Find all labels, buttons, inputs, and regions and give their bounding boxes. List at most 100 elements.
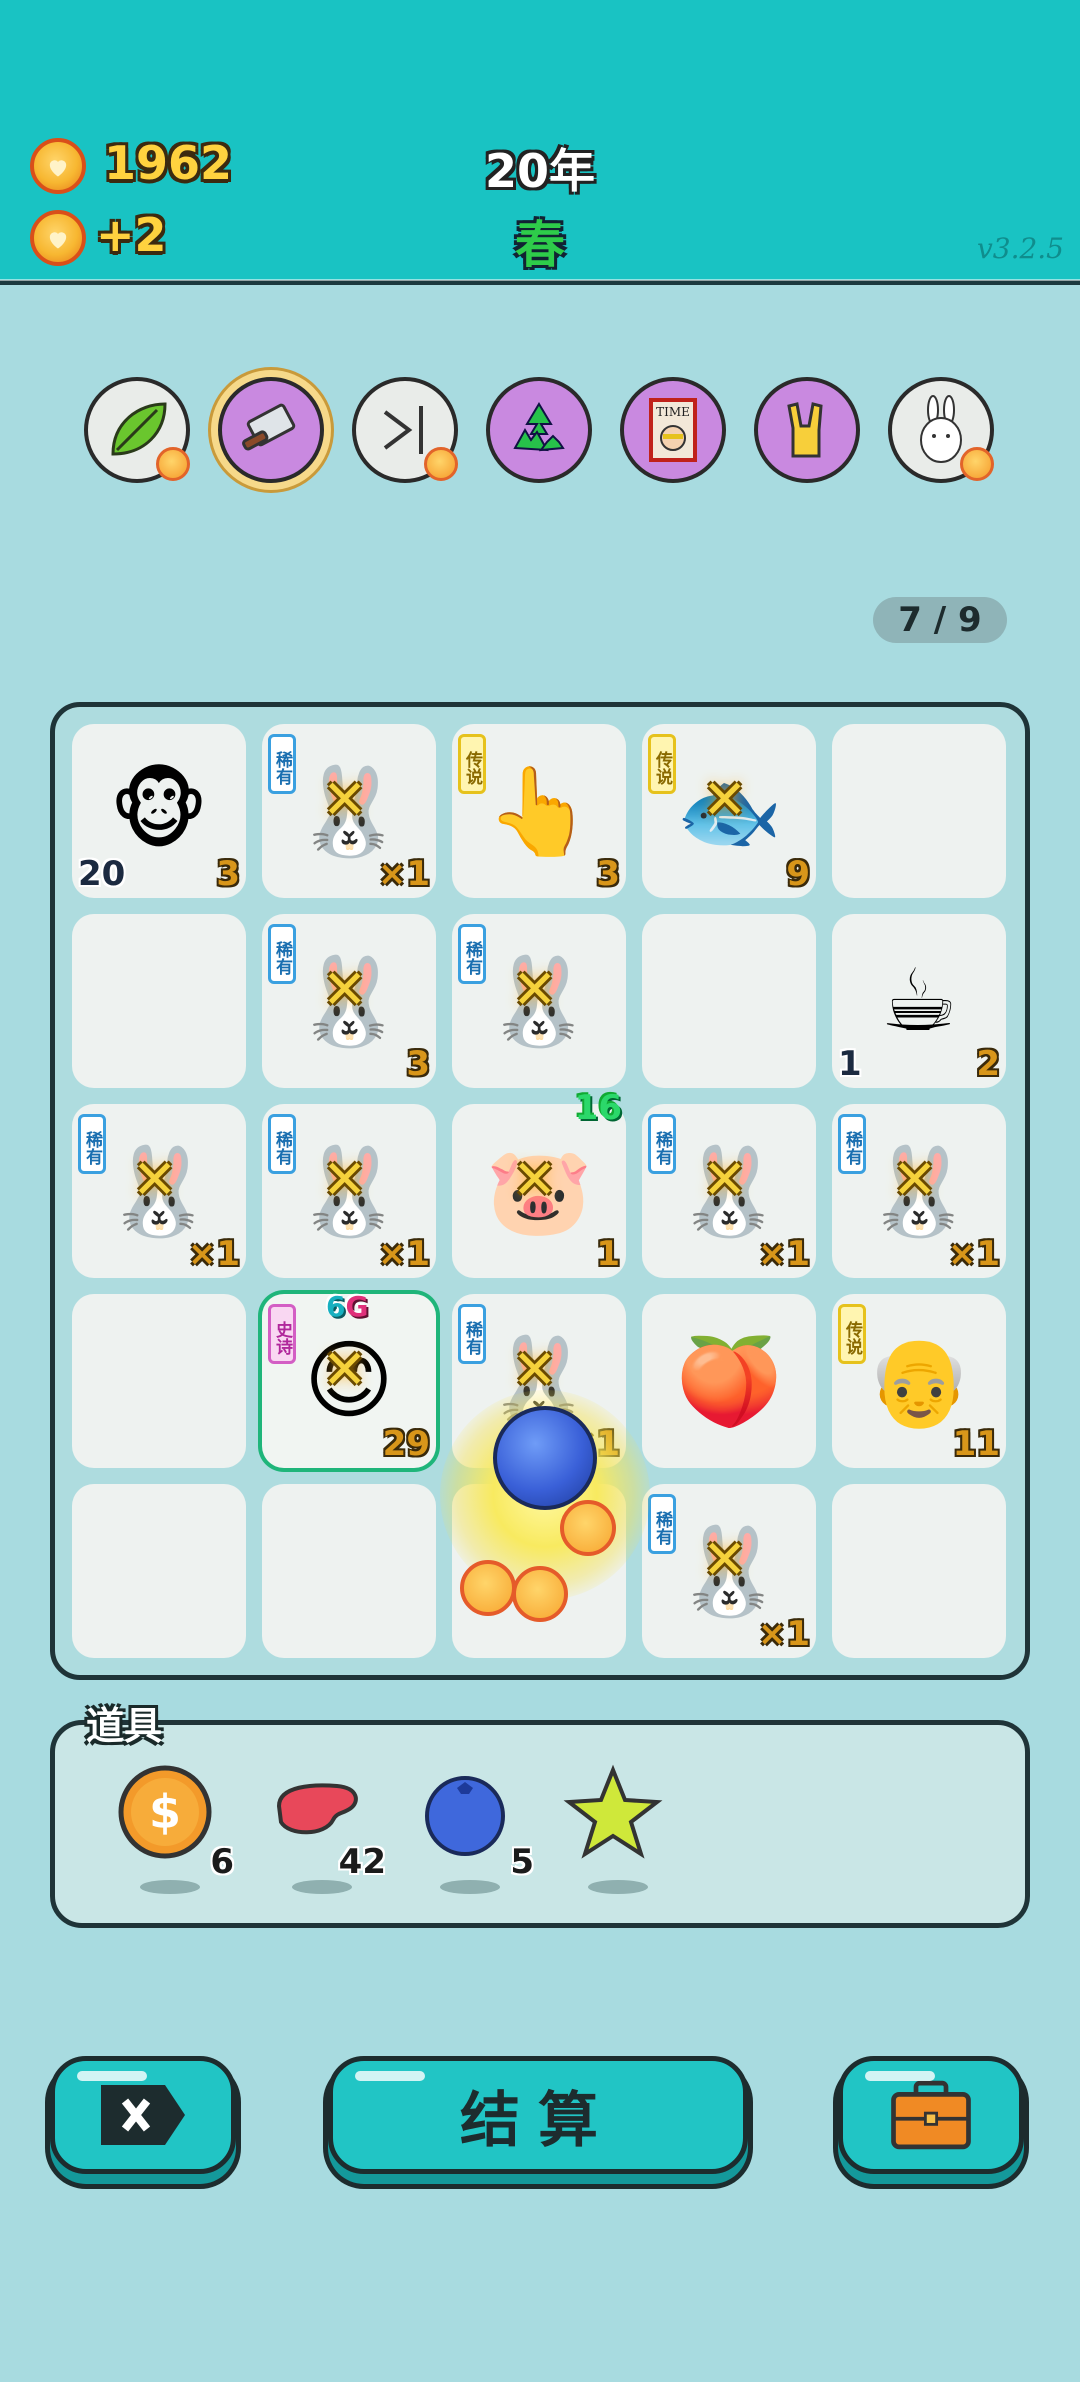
relic-coin-badge <box>960 447 994 481</box>
destroy-mark-icon: ✕ <box>132 1148 178 1211</box>
rarity-tag: 稀有 <box>838 1114 866 1174</box>
button-shine <box>865 2071 935 2081</box>
relic-skip[interactable] <box>352 377 458 483</box>
rarity-tag: 稀有 <box>648 1114 676 1174</box>
item-shadow <box>588 1880 648 1894</box>
board-cell-bunny-rare[interactable]: 🐰 稀有 ✕ <box>452 914 626 1088</box>
board-cell-empty[interactable] <box>832 1484 1006 1658</box>
board-cell-bunny-rare[interactable]: 🐰稀有✕×1 <box>642 1104 816 1278</box>
recycle-icon <box>513 402 565 452</box>
cell-count-right: ×1 <box>757 1614 810 1654</box>
destroy-mark-icon: ✕ <box>702 768 748 831</box>
cell-count-right: ×1 <box>377 1234 430 1274</box>
coin-total: 1962 <box>104 136 233 190</box>
relic-cleaver[interactable] <box>218 377 324 483</box>
relic-time-magazine[interactable]: TIME <box>620 377 726 483</box>
rarity-tag: 史诗 <box>268 1304 296 1364</box>
destroy-mark-icon: ✕ <box>702 1148 748 1211</box>
delete-icon <box>101 2085 185 2145</box>
dollar-coin-icon: $ <box>115 1762 215 1862</box>
peach-icon: 🍑 <box>675 1331 783 1432</box>
cell-count-right: 9 <box>786 854 810 894</box>
rarity-tag: 传说 <box>838 1304 866 1364</box>
cell-count-right: 2 <box>976 1044 1000 1084</box>
board-cell-peach[interactable]: 🍑 <box>642 1294 816 1468</box>
cell-count-right: ×1 <box>377 854 430 894</box>
rarity-tag: 稀有 <box>268 1114 296 1174</box>
board-cell-pointing-hand[interactable]: 👆 传说 3 <box>452 724 626 898</box>
board-cell-old-man-glasses[interactable]: 👴 传说 11 <box>832 1294 1006 1468</box>
coin-icon <box>30 138 86 194</box>
destroy-mark-icon: ✕ <box>322 1338 368 1401</box>
destroy-mark-icon: ✕ <box>322 958 368 1021</box>
briefcase-icon <box>891 2080 971 2150</box>
relic-coin-badge <box>156 447 190 481</box>
board-cell-empty[interactable] <box>72 914 246 1088</box>
cell-count-top: 16 <box>574 1088 622 1128</box>
cell-count-right: 11 <box>952 1424 1000 1464</box>
board-cell-empty[interactable] <box>72 1294 246 1468</box>
board-cell-bunny-rare[interactable]: 🐰稀有✕×1 <box>832 1104 1006 1278</box>
item-star[interactable] <box>558 1762 668 1894</box>
board-cell-empty[interactable] <box>642 914 816 1088</box>
cell-count-right: ×1 <box>947 1234 1000 1274</box>
board-cell-monkey-with-glasses[interactable]: 🐵 20 3 <box>72 724 246 898</box>
item-shadow <box>140 1880 200 1894</box>
board-cell-empty[interactable] <box>832 724 1006 898</box>
item-qty: 6 <box>210 1842 234 1882</box>
coin-income: +2 <box>96 208 167 262</box>
cell-bonus-label: 6G <box>326 1290 368 1323</box>
item-qty: 42 <box>338 1842 386 1882</box>
income-coin-icon <box>30 210 86 266</box>
cell-count-right: 1 <box>596 1234 620 1274</box>
settle-button[interactable]: 结算 <box>328 2056 748 2174</box>
board-cell-empty[interactable] <box>262 1484 436 1658</box>
board-cell-empty[interactable] <box>72 1484 246 1658</box>
top-bar-divider <box>0 279 1080 283</box>
star-icon <box>563 1762 663 1862</box>
board-cell-pig[interactable]: 🐷 ✕ 1 16 <box>452 1088 626 1278</box>
item-liver[interactable]: 42 <box>262 1762 386 1894</box>
rarity-tag: 稀有 <box>78 1114 106 1174</box>
relic-coin-badge <box>424 447 458 481</box>
destroy-mark-icon: ✕ <box>512 1148 558 1211</box>
destroy-mark-icon: ✕ <box>512 958 558 1021</box>
cell-count-right: ×1 <box>187 1234 240 1274</box>
board-cell-bunny-rare[interactable]: 🐰稀有✕×1 <box>262 1104 436 1278</box>
board-cell-coffee-cup[interactable]: ☕ 1 2 <box>832 914 1006 1088</box>
destroy-mark-icon: ✕ <box>322 768 368 831</box>
rarity-tag: 传说 <box>648 734 676 794</box>
settle-button-label: 结算 <box>460 2085 616 2156</box>
destroy-mark-icon: ✕ <box>892 1148 938 1211</box>
relic-bunny[interactable] <box>888 377 994 483</box>
board-cell-bunny-rare[interactable]: 🐰稀有✕×1 <box>72 1104 246 1278</box>
board-cell-boy-red-hat[interactable]: 😊 史诗 ✕ 29 6G <box>262 1290 436 1468</box>
year-label: 20年 <box>484 144 595 198</box>
flying-coin-icon <box>560 1500 616 1556</box>
blueberry-used-icon <box>493 1406 597 1510</box>
item-blueberry[interactable]: 5 <box>410 1762 534 1894</box>
inventory-button[interactable] <box>838 2056 1024 2174</box>
board-cell-bunny-rare[interactable]: 🐰稀有✕×1 <box>262 724 436 898</box>
flying-coin-icon <box>512 1566 568 1622</box>
board-cell-goldfish[interactable]: 🐟 传说 ✕ 9 <box>642 724 816 898</box>
rarity-tag: 稀有 <box>648 1494 676 1554</box>
cell-count-right: 29 <box>382 1424 430 1464</box>
remove-button[interactable] <box>50 2056 236 2174</box>
board-cell-bunny-rare[interactable]: 🐰稀有✕×1 <box>642 1484 816 1658</box>
svg-text:$: $ <box>149 1785 181 1839</box>
cell-count-right: 3 <box>216 854 240 894</box>
relic-leaf[interactable] <box>84 377 190 483</box>
flying-coin-icon <box>460 1560 516 1616</box>
rock-hand-icon <box>787 402 823 458</box>
relic-rock-hand[interactable] <box>754 377 860 483</box>
item-shadow <box>440 1880 500 1894</box>
relic-recycle[interactable] <box>486 377 592 483</box>
cell-count-left: 1 <box>838 1044 862 1084</box>
blueberry-icon <box>415 1762 515 1862</box>
item-dollar-coin[interactable]: $ 6 <box>110 1762 234 1894</box>
item-qty: 5 <box>510 1842 534 1882</box>
cleaver-icon <box>242 403 296 451</box>
cell-count-right: 3 <box>596 854 620 894</box>
board-cell-sleeping-bunny[interactable]: 🐰 稀有 ✕ 3 <box>262 914 436 1088</box>
